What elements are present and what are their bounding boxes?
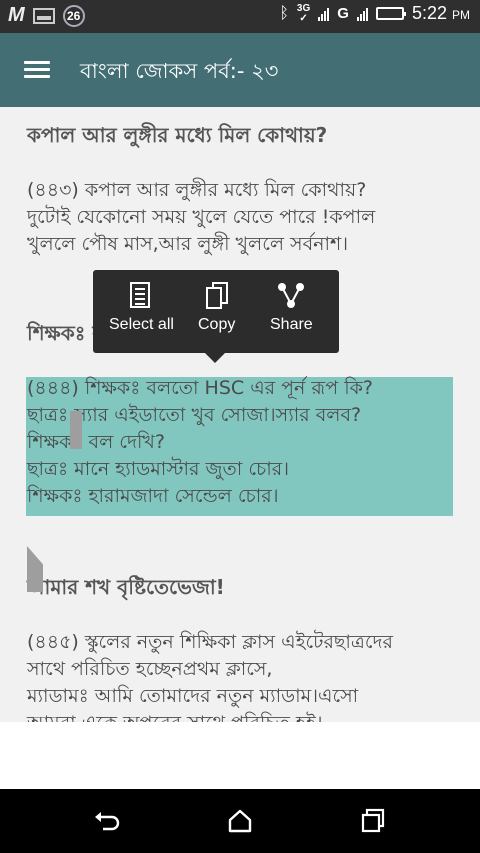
gmail-icon: M [8,4,25,26]
bottom-blank-area [0,722,480,789]
hamburger-menu-icon[interactable] [24,61,50,79]
status-right: ᛒ 3G ✓ G 5:22 PM [279,3,470,24]
clock-ampm: PM [452,8,470,22]
recents-icon[interactable] [359,807,387,835]
bluetooth-icon: ᛒ [279,4,289,22]
data-check-icon: ✓ [299,12,308,24]
section2-line: ছাত্রঃ মানে হ্যাডমাস্টার জুতা চোর। [27,458,290,480]
section3-heading: আমার শখ বৃষ্টিতেভেজা! [27,575,225,599]
clock-time: 5:22 [411,3,447,23]
copy-button[interactable]: Copy [198,282,235,334]
network-g-label: G [337,5,349,22]
signal-strength-icon [318,7,330,21]
section2-line: শিক্ষকঃ হারামজাদা সেন্ডেল চোর। [27,485,279,507]
section1-line: (৪৪৩) কপাল আর লুঙ্গীর মধ্যে মিল কোথায়? [27,179,367,201]
page-title: বাংলা জোকস পর্ব:- ২৩ [80,59,279,83]
app-bar: বাংলা জোকস পর্ব:- ২৩ [0,33,480,107]
text-selection-menu: Select all Copy Share [93,270,339,363]
section3-line: ম্যাডামঃ আমি তোমাদের নতুন ম্যাডাম।এসো [27,685,359,707]
section3-line: আমরা একে অপরের সাথে পরিচিত হই। [27,710,393,722]
share-label: Share [270,316,313,333]
select-all-button[interactable]: Select all [109,282,174,334]
selection-end-handle[interactable] [27,546,43,592]
battery-icon [375,7,406,20]
section1-heading: কপাল আর লুঙ্গীর মধ্যে মিল কোথায়? [27,123,328,147]
share-icon [277,282,305,310]
status-bar: M 26 ᛒ 3G ✓ G 5:22 PM [0,0,480,33]
select-all-label: Select all [109,316,174,333]
joke-content[interactable]: কপাল আর লুঙ্গীর মধ্যে মিল কোথায়? (৪৪৩) … [0,107,480,722]
share-button[interactable]: Share [270,282,313,334]
share-icon-svg [278,283,305,308]
copy-icon [205,282,228,310]
section1-line: দুটোই যেকোনো সময় খুলে যেতে পারে !কপাল [27,206,376,228]
back-icon[interactable] [93,807,121,835]
status-left: M 26 [8,4,85,27]
clock: 5:22 PM [412,3,470,24]
section2-line: (৪৪৪) শিক্ষকঃ বলতো HSC এর পূর্ন রূপ কি? [27,377,374,399]
selection-start-handle[interactable] [70,411,82,449]
section1-line: খুললে পৌষ মাস,আর লুঙ্গী খুললে সর্বনাশ। [27,233,349,255]
network-3g-indicator: 3G ✓ [297,3,310,24]
section3-line: সাথে পরিচিত হচ্ছেনপ্রথম ক্লাসে, [27,658,273,680]
section3-line: (৪৪৫) স্কুলের নতুন শিক্ষিকা ক্লাস এইটেরছ… [27,631,393,653]
section3-body: (৪৪৫) স্কুলের নতুন শিক্ষিকা ক্লাস এইটেরছ… [27,629,393,722]
home-icon[interactable] [226,807,254,835]
copy-label: Copy [198,316,236,333]
system-nav-bar [0,789,480,853]
signal-strength-2-icon [356,7,368,21]
document-icon [130,282,152,310]
screen-icon [32,7,55,24]
section1-body: (৪৪৩) কপাল আর লুঙ্গীর মধ্যে মিল কোথায়? … [27,177,375,258]
notification-count-badge: 26 [62,4,85,27]
